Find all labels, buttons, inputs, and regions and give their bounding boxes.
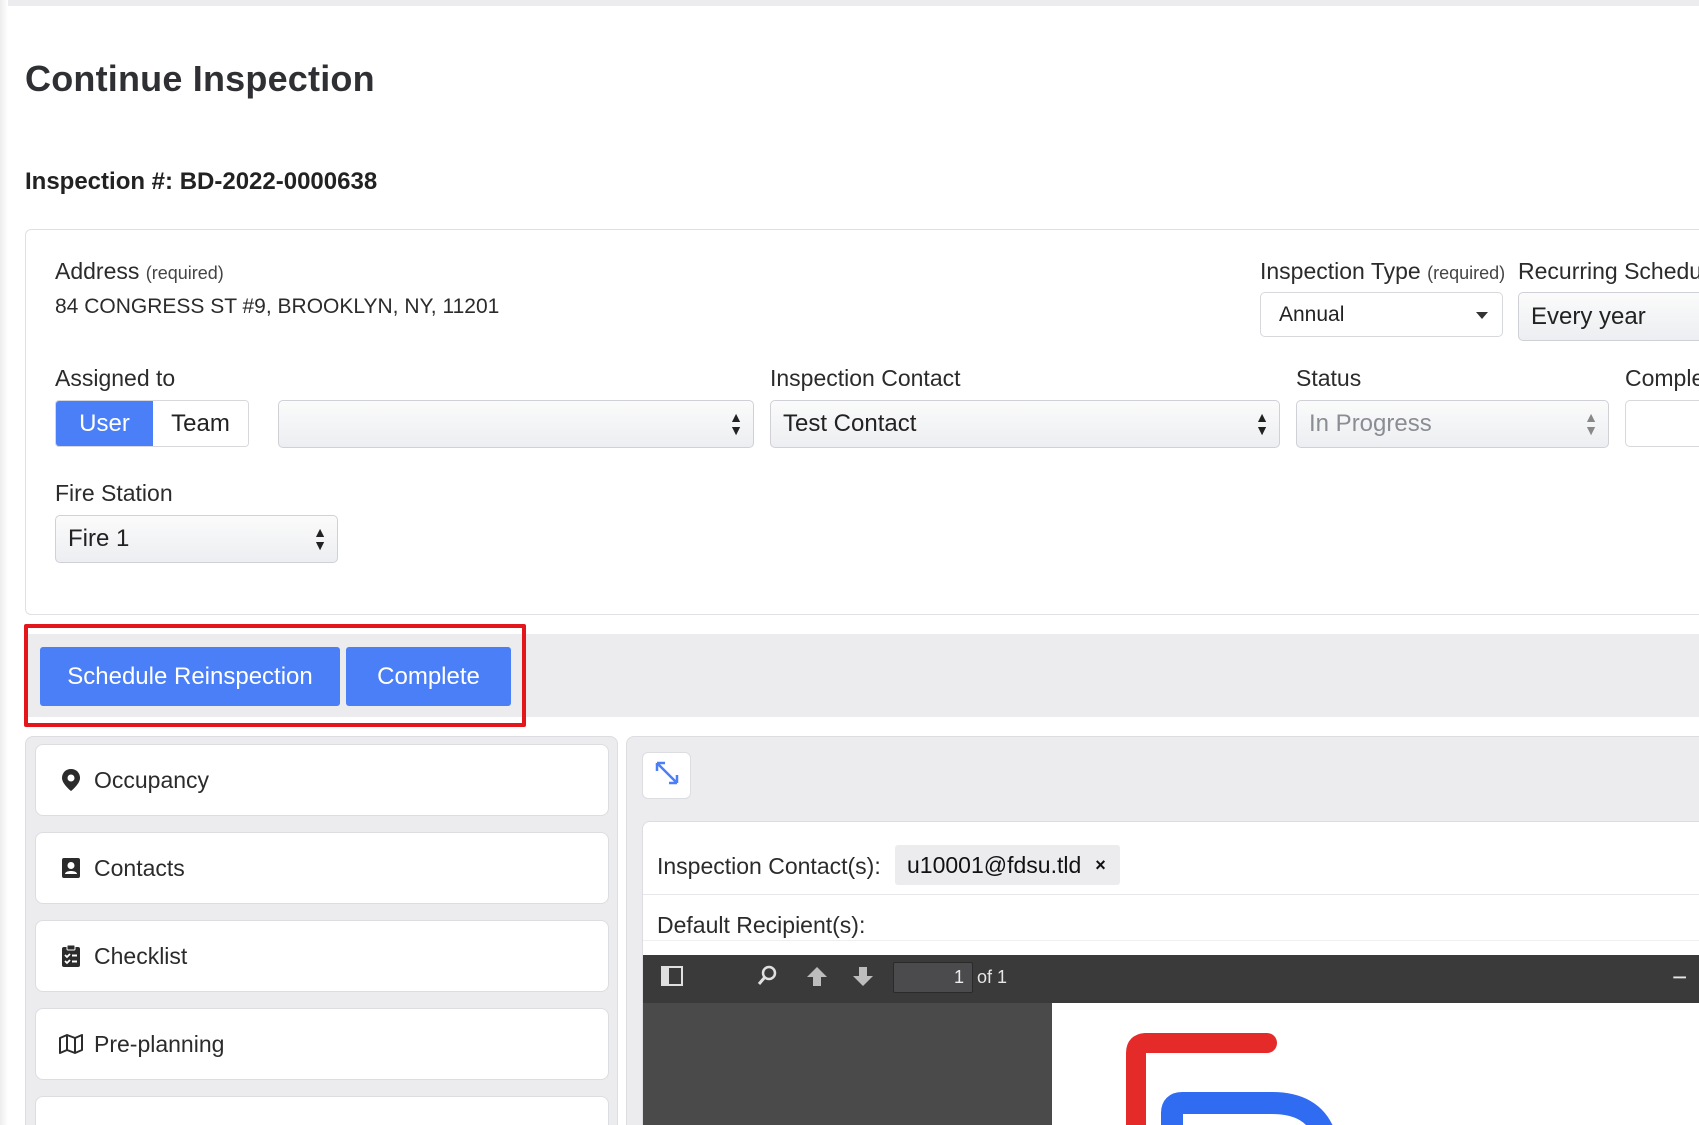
sidebar-item-partial[interactable] bbox=[35, 1096, 609, 1125]
select-arrows-icon: ▲ ▼ bbox=[1255, 409, 1269, 438]
document-logo-icon bbox=[1126, 1033, 1333, 1125]
zoom-out-button[interactable]: − bbox=[1672, 962, 1687, 993]
default-recipients-label: Default Recipient(s): bbox=[657, 912, 866, 938]
divider bbox=[643, 894, 1699, 895]
contact-chip-text: u10001@fdsu.tld bbox=[907, 851, 1082, 878]
page-number-input[interactable]: 1 bbox=[893, 962, 973, 993]
inspection-type-value: Annual bbox=[1279, 302, 1345, 326]
inspection-contact-value: Test Contact bbox=[783, 410, 917, 437]
search-icon[interactable] bbox=[756, 965, 778, 992]
top-border bbox=[0, 0, 1699, 6]
schedule-reinspection-button[interactable]: Schedule Reinspection bbox=[40, 647, 340, 706]
next-page-icon[interactable] bbox=[852, 965, 874, 992]
select-arrows-icon: ▲ ▼ bbox=[1584, 409, 1598, 438]
contact-card-icon bbox=[58, 857, 84, 879]
sidebar-item-label: Pre-planning bbox=[94, 1030, 225, 1057]
inspection-type-select[interactable]: Annual bbox=[1260, 292, 1503, 337]
map-pin-icon bbox=[58, 768, 84, 792]
expand-arrows-icon bbox=[654, 760, 680, 791]
inspection-number: Inspection #: BD-2022-0000638 bbox=[25, 168, 378, 195]
recurring-schedule-value: Every year bbox=[1531, 302, 1646, 330]
map-icon bbox=[58, 1034, 84, 1054]
status-label: Status bbox=[1296, 365, 1362, 391]
pdf-page bbox=[1052, 1003, 1699, 1125]
completed-label: Comple bbox=[1625, 365, 1699, 391]
completed-date-input[interactable] bbox=[1625, 400, 1699, 447]
select-arrows-icon: ▲ ▼ bbox=[313, 524, 327, 553]
previous-page-icon[interactable] bbox=[806, 965, 828, 992]
contact-chip: u10001@fdsu.tld × bbox=[895, 845, 1120, 885]
assigned-to-label: Assigned to bbox=[55, 365, 176, 391]
toggle-team[interactable]: Team bbox=[153, 401, 248, 446]
status-select[interactable]: In Progress ▲ ▼ bbox=[1296, 400, 1609, 448]
toggle-user[interactable]: User bbox=[56, 401, 153, 446]
inspection-contacts-label: Inspection Contact(s): bbox=[657, 853, 881, 879]
sidebar-toggle-icon[interactable] bbox=[660, 965, 684, 992]
fire-station-value: Fire 1 bbox=[68, 525, 130, 552]
assigned-to-toggle: User Team bbox=[55, 400, 249, 447]
sidebar-item-pre-planning[interactable]: Pre-planning bbox=[35, 1008, 609, 1080]
recurring-schedule-label: Recurring Schedule bbox=[1518, 258, 1699, 284]
recurring-schedule-select[interactable]: Every year bbox=[1518, 292, 1699, 341]
sidebar-item-contacts[interactable]: Contacts bbox=[35, 832, 609, 904]
sidebar-item-label: Occupancy bbox=[94, 766, 210, 793]
sidebar-item-label: Contacts bbox=[94, 854, 185, 881]
inspection-contact-select[interactable]: Test Contact ▲ ▼ bbox=[770, 400, 1280, 448]
sidebar-item-occupancy[interactable]: Occupancy bbox=[35, 744, 609, 816]
address-label: Address (required) bbox=[55, 258, 224, 284]
clipboard-checklist-icon bbox=[58, 944, 84, 968]
divider bbox=[643, 940, 1699, 941]
assignee-select[interactable]: ▲ ▼ bbox=[278, 400, 754, 448]
select-arrows-icon: ▲ ▼ bbox=[729, 409, 743, 438]
expand-button[interactable] bbox=[642, 752, 691, 799]
left-shade bbox=[0, 0, 8, 1125]
inspection-type-label: Inspection Type (required) bbox=[1260, 258, 1506, 284]
caret-down-icon bbox=[1476, 312, 1488, 319]
inspection-contact-label: Inspection Contact bbox=[770, 365, 961, 391]
sidebar-item-checklist[interactable]: Checklist bbox=[35, 920, 609, 992]
pdf-toolbar bbox=[643, 955, 1699, 1003]
fire-station-label: Fire Station bbox=[55, 480, 173, 506]
status-value: In Progress bbox=[1309, 410, 1432, 437]
sidebar-item-label: Checklist bbox=[94, 942, 188, 969]
remove-chip-icon[interactable]: × bbox=[1095, 855, 1106, 876]
address-value: 84 CONGRESS ST #9, BROOKLYN, NY, 11201 bbox=[55, 295, 500, 318]
page-title: Continue Inspection bbox=[25, 58, 375, 99]
fire-station-select[interactable]: Fire 1 ▲ ▼ bbox=[55, 515, 338, 563]
complete-button[interactable]: Complete bbox=[346, 647, 511, 706]
page-count: of 1 bbox=[977, 967, 1008, 987]
